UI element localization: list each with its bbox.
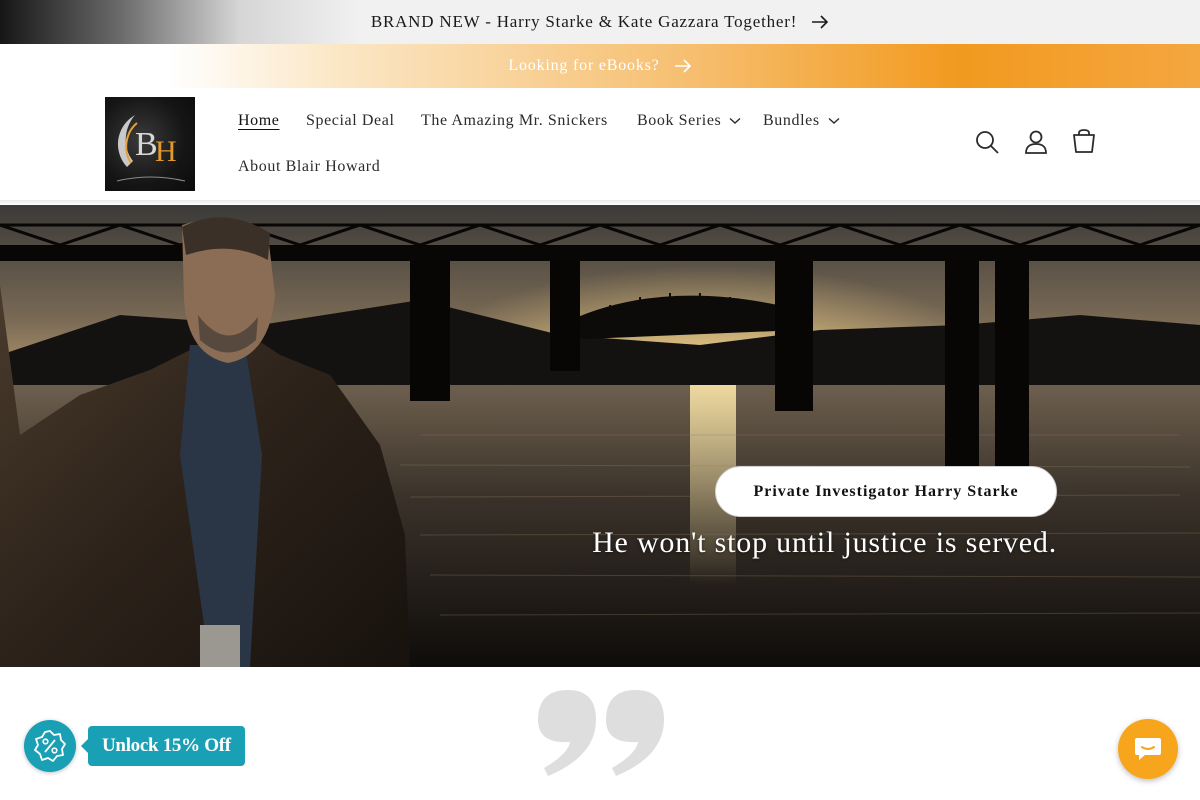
discount-widget-button[interactable] xyxy=(24,720,76,772)
search-icon[interactable] xyxy=(973,128,1001,156)
discount-label-text: Unlock 15% Off xyxy=(102,735,231,756)
hero-banner: Private Investigator Harry Starke He won… xyxy=(0,205,1200,667)
svg-text:H: H xyxy=(155,135,177,168)
announcement-text-primary: BRAND NEW - Harry Starke & Kate Gazzara … xyxy=(370,12,798,31)
nav-item-label: Special Deal xyxy=(306,112,395,129)
nav-item-label: The Amazing Mr. Snickers xyxy=(421,112,608,129)
quote-mark-icon xyxy=(530,676,670,786)
percent-badge-icon xyxy=(34,730,66,762)
hero-image xyxy=(0,205,1200,667)
hero-tagline: He won't stop until justice is served. xyxy=(592,526,1057,559)
nav-item-book-series[interactable]: Book Series xyxy=(637,106,741,136)
hero-cta-label: Private Investigator Harry Starke xyxy=(753,482,1019,500)
logo-mark-icon: B H xyxy=(116,115,186,182)
cart-icon[interactable] xyxy=(1070,128,1098,156)
nav-item-label: Bundles xyxy=(763,112,820,129)
nav-item-bundles[interactable]: Bundles xyxy=(763,106,840,136)
account-icon[interactable] xyxy=(1022,128,1050,156)
nav-item-amazing-mr-snickers[interactable]: The Amazing Mr. Snickers xyxy=(421,106,608,136)
nav-item-label: Book Series xyxy=(637,112,722,129)
nav-item-label: About Blair Howard xyxy=(238,158,381,175)
announcement-text-secondary: Looking for eBooks? xyxy=(508,57,660,74)
arrow-right-icon xyxy=(674,59,692,73)
hero-cta-button[interactable]: Private Investigator Harry Starke xyxy=(715,466,1057,517)
site-header: B H Home Special Deal The Amazing Mr. Sn… xyxy=(0,88,1200,200)
chat-button[interactable] xyxy=(1118,719,1178,779)
nav-item-home[interactable]: Home xyxy=(238,106,280,136)
announcement-bar-secondary[interactable]: Looking for eBooks? xyxy=(0,44,1200,88)
site-logo[interactable]: B H xyxy=(105,97,195,191)
chevron-down-icon xyxy=(729,117,741,124)
discount-widget-label[interactable]: Unlock 15% Off xyxy=(81,726,245,766)
chevron-down-icon xyxy=(828,117,840,124)
nav-item-about-blair-howard[interactable]: About Blair Howard xyxy=(238,152,380,182)
arrow-right-icon xyxy=(811,15,829,29)
nav-item-special-deal[interactable]: Special Deal xyxy=(306,106,395,136)
chat-bubble-icon xyxy=(1135,738,1161,760)
nav-item-label: Home xyxy=(238,112,280,129)
announcement-bar-primary[interactable]: BRAND NEW - Harry Starke & Kate Gazzara … xyxy=(0,0,1200,44)
